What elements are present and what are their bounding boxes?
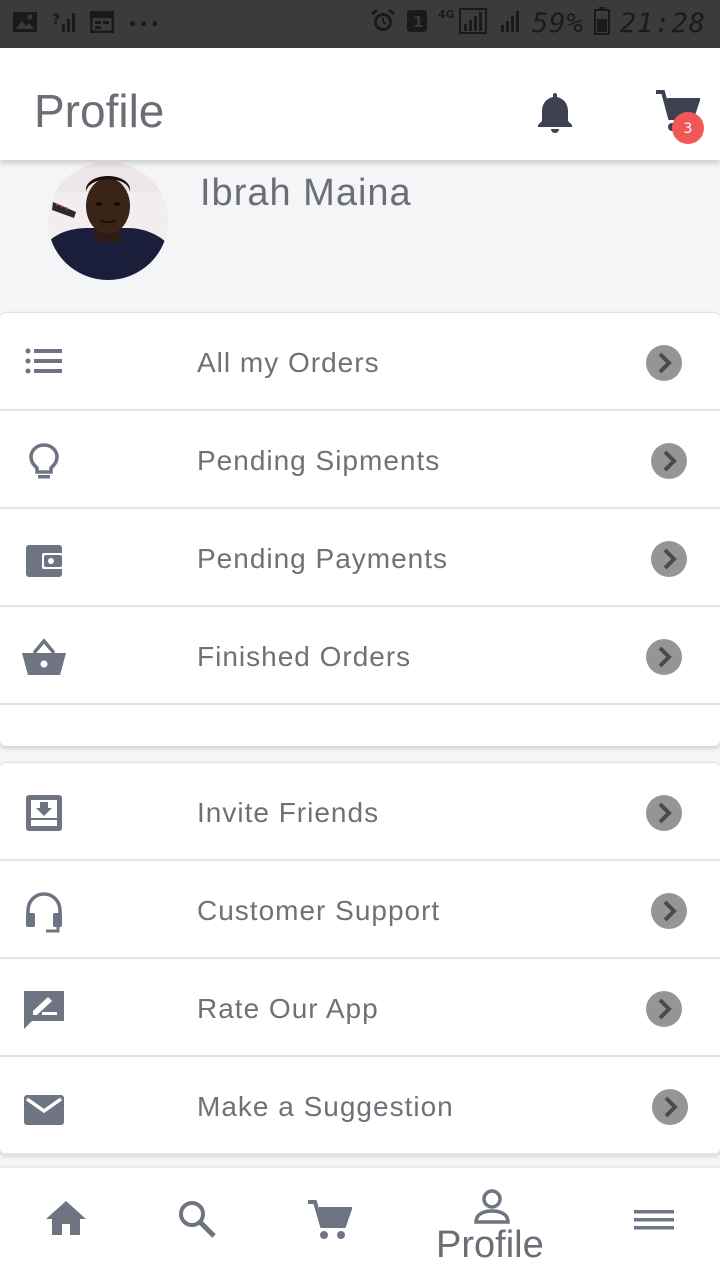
mail-icon — [20, 1087, 68, 1127]
calendar-icon — [89, 10, 115, 37]
sim-1-icon: 1 — [406, 9, 428, 37]
profile-header: Ibrah Maina — [0, 160, 720, 312]
menu-item-customer-support[interactable]: Customer Support — [0, 861, 720, 959]
signal-icon — [500, 9, 522, 37]
page-title: Profile — [34, 85, 165, 137]
cart-icon[interactable] — [306, 1198, 366, 1258]
menu-item-label: Rate Our App — [197, 993, 379, 1024]
svg-text:1: 1 — [413, 13, 423, 31]
nav-profile-label[interactable]: Profile — [436, 1224, 544, 1267]
battery-icon — [593, 7, 610, 39]
profile-name: Ibrah Maina — [200, 172, 412, 214]
rate-review-icon — [20, 989, 68, 1029]
chevron-right-icon — [646, 639, 682, 675]
inbox-download-icon — [20, 793, 68, 833]
home-icon[interactable] — [44, 1198, 104, 1258]
menu-item-all-orders[interactable]: All my Orders — [0, 313, 720, 411]
menu-item-pending-shipments[interactable]: Pending Sipments — [0, 411, 720, 509]
cart-count-badge: 3 — [672, 112, 704, 144]
network-4g-icon: 4G — [438, 6, 490, 40]
lightbulb-icon — [20, 441, 68, 481]
chevron-right-icon — [651, 893, 687, 929]
app-bar: Profile — [0, 48, 720, 160]
menu-item-label: Pending Sipments — [197, 445, 441, 476]
menu-item-pending-payments[interactable]: Pending Payments — [0, 509, 720, 607]
wallet-icon — [20, 539, 68, 579]
orders-menu: All my Orders Pending Sipments Pending P… — [0, 312, 720, 746]
clock: 21:28 — [619, 7, 706, 39]
chevron-right-icon — [646, 991, 682, 1027]
headset-icon — [20, 891, 68, 933]
chevron-right-icon — [646, 795, 682, 831]
menu-icon[interactable] — [632, 1198, 692, 1258]
menu-item-label: Finished Orders — [197, 641, 412, 672]
menu-item-invite-friends[interactable]: Invite Friends — [0, 763, 720, 861]
status-bar: ? ··· 1 4G 59% 21:28 — [0, 0, 720, 48]
menu-item-rate-app[interactable]: Rate Our App — [0, 959, 720, 1057]
search-icon[interactable] — [176, 1198, 236, 1258]
menu-item-label: All my Orders — [197, 347, 380, 378]
more-notifications-icon: ··· — [128, 10, 162, 38]
chevron-right-icon — [652, 1089, 688, 1125]
menu-item-finished-orders[interactable]: Finished Orders — [0, 607, 720, 705]
svg-text:4G: 4G — [438, 8, 455, 21]
menu-item-label: Customer Support — [197, 895, 441, 926]
gallery-icon — [12, 11, 38, 37]
chevron-right-icon — [646, 345, 682, 381]
alarm-icon — [370, 8, 396, 38]
no-signal-icon: ? — [52, 10, 76, 38]
bottom-nav: Profile — [0, 1168, 720, 1280]
battery-percent: 59% — [531, 7, 584, 39]
svg-text:?: ? — [52, 12, 60, 28]
menu-item-make-suggestion[interactable]: Make a Suggestion — [0, 1057, 720, 1155]
list-icon — [20, 343, 68, 383]
basket-icon — [20, 637, 68, 677]
notification-bell-icon[interactable] — [536, 90, 574, 134]
avatar[interactable] — [48, 162, 168, 280]
menu-item-label: Pending Payments — [197, 543, 449, 574]
menu-item-label: Make a Suggestion — [197, 1091, 454, 1122]
chevron-right-icon — [651, 541, 687, 577]
support-menu: Invite Friends Customer Support Rate Our… — [0, 762, 720, 1155]
chevron-right-icon — [651, 443, 687, 479]
menu-item-label: Invite Friends — [197, 797, 380, 828]
